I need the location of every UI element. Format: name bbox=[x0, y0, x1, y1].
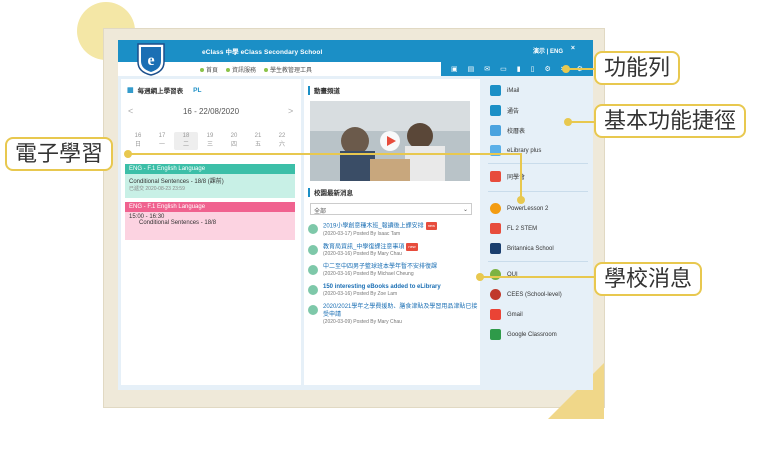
stem-icon bbox=[490, 223, 501, 234]
nav-home[interactable]: 首頁 bbox=[200, 65, 218, 74]
callout-line bbox=[570, 121, 594, 123]
cees-icon bbox=[490, 289, 501, 300]
callout-line bbox=[482, 276, 594, 278]
britannica-icon bbox=[490, 243, 501, 254]
list-item[interactable]: 2020/2021學年之學費援助、膳食津貼及學習用品津貼已接受申請 (2020-… bbox=[308, 303, 478, 326]
list-item[interactable]: 教育局資訊_中學復課注意事項 new (2020-03-16) Posted By… bbox=[308, 242, 478, 259]
week-days: 16 日 17 一 18 二 19 三 20 四 21 五 22 六 bbox=[126, 132, 294, 150]
callout-dot bbox=[562, 65, 570, 73]
event-card[interactable]: ENG - F.1 English Language 15:00 - 16:30… bbox=[125, 202, 295, 240]
day-cell[interactable]: 20 四 bbox=[222, 132, 246, 150]
eclass-screen: eClass 中學 eClass Secondary School 演示 | E… bbox=[118, 40, 593, 390]
close-icon[interactable]: × bbox=[571, 45, 575, 52]
group-icon[interactable]: ⚙ bbox=[544, 65, 550, 73]
video-title: 動畫頻道 bbox=[314, 88, 340, 95]
mail-icon[interactable]: ✉ bbox=[484, 65, 490, 73]
callout-toolbar: 功能列 bbox=[594, 51, 681, 85]
day-cell[interactable]: 19 三 bbox=[198, 132, 222, 150]
callout-dot bbox=[517, 196, 525, 204]
nav-info[interactable]: 資訊服務 bbox=[226, 65, 256, 74]
news-filter-select[interactable]: 全部 ⌄ bbox=[310, 203, 472, 215]
bag-icon[interactable]: ▮ bbox=[517, 65, 521, 73]
callout-shortcuts: 基本功能捷徑 bbox=[594, 104, 747, 138]
callout-dot bbox=[124, 150, 132, 158]
event-title: Conditional Sentences - 18/8 bbox=[139, 220, 217, 226]
notice-icon bbox=[490, 105, 501, 116]
schedule-title: 每週網上學習表 bbox=[137, 88, 184, 95]
event-subject: ENG - F.1 English Language bbox=[125, 164, 295, 174]
event-subject: ENG - F.1 English Language bbox=[125, 202, 295, 212]
doc-icon[interactable]: ▯ bbox=[531, 65, 535, 73]
shortcut-oui[interactable]: OUI bbox=[490, 269, 518, 280]
shortcut-imail[interactable]: iMail bbox=[490, 85, 519, 96]
language-switch[interactable]: 演示 | ENG bbox=[533, 46, 563, 55]
list-item[interactable]: 中二至中四男子籃球班本學年暫不安排復課 (2020-03-16) Posted … bbox=[308, 263, 478, 278]
classroom-icon bbox=[490, 329, 501, 340]
callout-dot bbox=[564, 118, 572, 126]
news-icon bbox=[308, 305, 318, 316]
tab-pl[interactable]: PL bbox=[193, 87, 201, 94]
callout-news: 學校消息 bbox=[594, 262, 703, 296]
shortcut-notice[interactable]: 通告 bbox=[490, 105, 519, 116]
gmail-icon bbox=[490, 309, 501, 320]
day-cell-selected[interactable]: 18 二 bbox=[174, 132, 198, 150]
event-title: Conditional Sentences - 18/8 (課前) bbox=[129, 179, 224, 185]
callout-line bbox=[566, 68, 594, 70]
day-cell[interactable]: 22 六 bbox=[270, 132, 294, 150]
callout-line bbox=[128, 153, 522, 155]
news-icon bbox=[308, 285, 318, 296]
mail-icon bbox=[490, 85, 501, 96]
new-badge: new bbox=[406, 242, 418, 251]
school-name: eClass 中學 eClass Secondary School bbox=[202, 49, 323, 56]
folder-icon[interactable]: ▭ bbox=[500, 65, 507, 73]
callout-line bbox=[520, 153, 522, 199]
list-item[interactable]: 2019小學創意種木班_報讀後上課安排 new (2020-03-17) Post… bbox=[308, 222, 478, 238]
new-badge: new bbox=[425, 222, 438, 230]
shortcut-powerlesson[interactable]: PowerLesson 2 bbox=[490, 203, 548, 214]
nav-row: 首頁 資訊服務 學生教管理工具 bbox=[186, 62, 456, 76]
shortcut-gmail[interactable]: Gmail bbox=[490, 309, 523, 320]
calendar-icon bbox=[490, 125, 501, 136]
calendar-icon[interactable]: ▤ bbox=[468, 65, 475, 73]
news-icon bbox=[308, 224, 318, 234]
chevron-down-icon: ⌄ bbox=[462, 207, 468, 213]
nav-tools[interactable]: 學生教管理工具 bbox=[264, 65, 312, 74]
day-cell[interactable]: 21 五 bbox=[246, 132, 270, 150]
tool-icon-1[interactable]: ▣ bbox=[451, 65, 458, 73]
news-icon bbox=[308, 244, 318, 255]
shortcut-fl2stem[interactable]: FL 2 STEM bbox=[490, 223, 537, 234]
shortcut-britannica[interactable]: Britannica School bbox=[490, 243, 554, 254]
day-cell[interactable]: 16 日 bbox=[126, 132, 150, 150]
video-thumbnail[interactable] bbox=[310, 101, 470, 181]
callout-dot bbox=[476, 273, 484, 281]
shortcut-cees[interactable]: CEES (School-level) bbox=[490, 289, 562, 300]
top-bar: eClass 中學 eClass Secondary School 演示 | E… bbox=[118, 40, 593, 62]
news-title: 校園最新消息 bbox=[314, 190, 353, 197]
powerlesson-icon bbox=[490, 203, 501, 214]
news-list: 2019小學創意種木班_報讀後上課安排 new (2020-03-17) Post… bbox=[308, 222, 478, 331]
list-item[interactable]: 150 interesting eBooks added to eLibrary… bbox=[308, 283, 478, 298]
oui-icon bbox=[490, 269, 501, 280]
svg-text:e: e bbox=[147, 52, 154, 69]
news-icon bbox=[308, 265, 318, 276]
alumni-icon bbox=[490, 171, 501, 182]
calendar-icon: ▦ bbox=[127, 87, 134, 94]
school-logo: e bbox=[137, 43, 165, 76]
week-range: 16 - 22/08/2020 bbox=[182, 107, 240, 116]
event-status: 已遞交 2020-08-23 23:59 bbox=[129, 186, 185, 192]
shortcut-panel: iMail 通告 校曆表 eLibrary plus 同學會 PowerLess… bbox=[484, 79, 590, 385]
shortcut-google-classroom[interactable]: Google Classroom bbox=[490, 329, 557, 340]
callout-elearning: 電子學習 bbox=[5, 137, 114, 171]
shortcut-calendar[interactable]: 校曆表 bbox=[490, 125, 525, 136]
event-card[interactable]: ENG - F.1 English Language Conditional S… bbox=[125, 164, 295, 198]
day-cell[interactable]: 17 一 bbox=[150, 132, 174, 150]
